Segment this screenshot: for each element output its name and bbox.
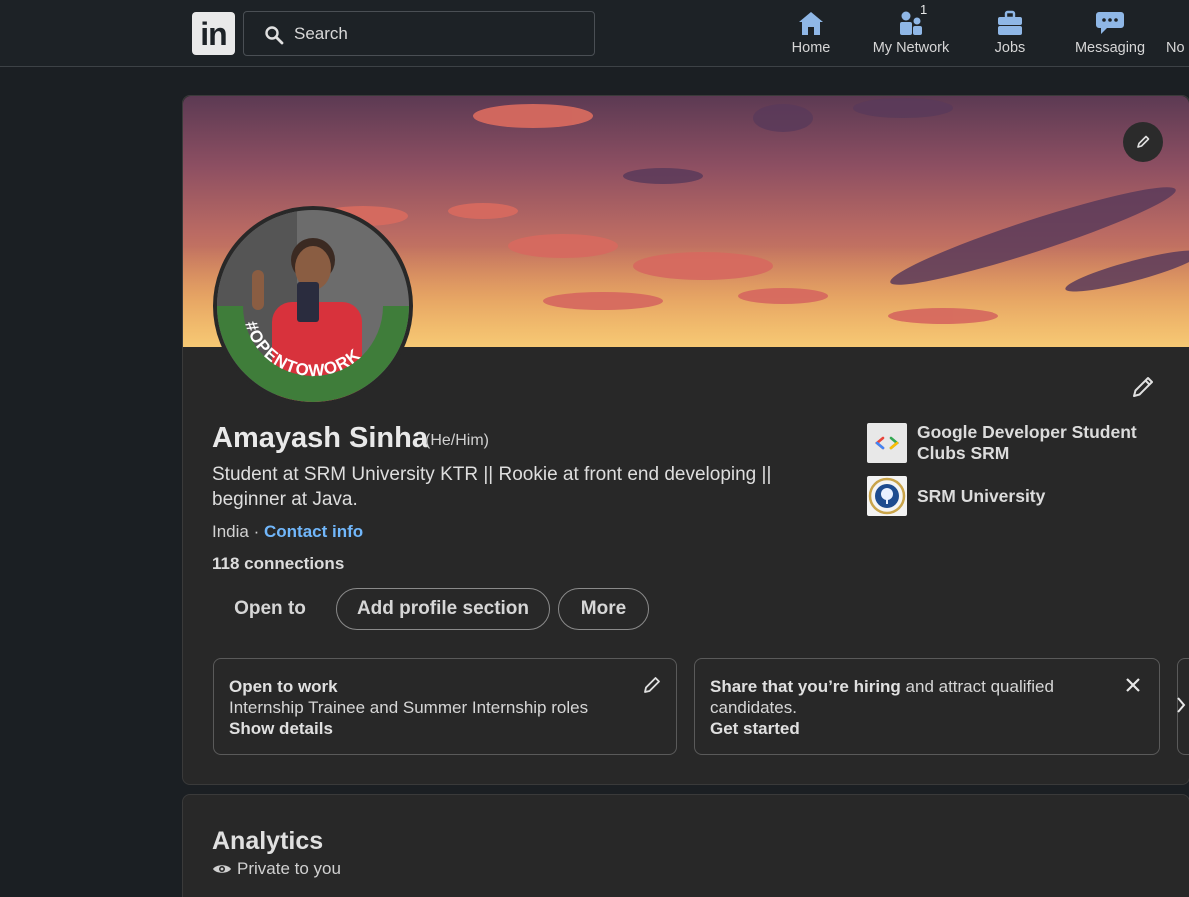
profile-pronouns: (He/Him) bbox=[425, 432, 489, 449]
nav-notifications-label: No bbox=[1166, 40, 1185, 56]
analytics-title: Analytics bbox=[212, 827, 324, 855]
home-icon bbox=[799, 12, 823, 35]
organization-name: Google Developer Student Clubs SRM bbox=[917, 422, 1137, 463]
hiring-card[interactable]: Share that you’re hiring and attract qua… bbox=[694, 658, 1160, 755]
nav-messaging-label: Messaging bbox=[1074, 40, 1146, 56]
profile-location-row: India · Contact info bbox=[212, 522, 363, 542]
hiring-text: Share that you’re hiring and attract qua… bbox=[710, 676, 1099, 718]
analytics-card: Analytics Private to you bbox=[182, 794, 1189, 897]
top-nav-bar: in Home 1 My Network bbox=[0, 0, 1189, 67]
edit-intro-button[interactable] bbox=[1128, 372, 1158, 402]
nav-my-network[interactable]: 1 My Network bbox=[866, 2, 956, 62]
connections-count[interactable]: 118 connections bbox=[212, 554, 344, 574]
organization-name: SRM University bbox=[917, 485, 1046, 506]
pencil-icon bbox=[1137, 135, 1150, 148]
nav-my-network-label: My Network bbox=[872, 40, 950, 56]
pencil-icon bbox=[1133, 377, 1153, 397]
pencil-icon bbox=[644, 677, 660, 693]
add-profile-section-button[interactable]: Add profile section bbox=[336, 588, 550, 630]
nav-messaging[interactable]: Messaging bbox=[1070, 8, 1150, 62]
nav-jobs[interactable]: Jobs bbox=[988, 8, 1032, 62]
open-to-work-card[interactable]: Open to work Internship Trainee and Summ… bbox=[213, 658, 677, 755]
profile-avatar[interactable]: #OPENTOWORK bbox=[213, 206, 413, 406]
profile-headline: Student at SRM University KTR || Rookie … bbox=[212, 464, 772, 510]
more-button[interactable]: More bbox=[558, 588, 649, 630]
search-icon bbox=[265, 26, 284, 45]
eye-icon bbox=[213, 865, 231, 873]
carousel-next-button[interactable] bbox=[1169, 690, 1189, 720]
organization-srm[interactable]: SRM University bbox=[867, 476, 1147, 516]
network-badge: 1 bbox=[920, 2, 928, 17]
organization-gdsc[interactable]: Google Developer Student Clubs SRM bbox=[867, 422, 1147, 464]
search-box[interactable] bbox=[243, 11, 595, 56]
chat-icon bbox=[1096, 12, 1124, 34]
open-to-button[interactable]: Open to bbox=[213, 588, 327, 630]
linkedin-logo[interactable]: in bbox=[192, 12, 235, 55]
profile-card: #OPENTOWORK Amayash Sinha (He/Him) Stude… bbox=[182, 95, 1189, 785]
open-to-work-title: Open to work bbox=[229, 677, 338, 696]
open-to-label: Open to bbox=[234, 598, 306, 619]
chevron-right-icon bbox=[1177, 697, 1186, 713]
edit-banner-button[interactable] bbox=[1123, 122, 1163, 162]
nav-home-label: Home bbox=[791, 40, 831, 56]
nav-notifications[interactable]: No bbox=[1166, 8, 1189, 62]
close-icon bbox=[1126, 678, 1140, 692]
edit-open-to-work-button[interactable] bbox=[640, 673, 664, 697]
open-to-work-detail: Internship Trainee and Summer Internship… bbox=[229, 698, 589, 717]
gdsc-logo bbox=[867, 423, 907, 463]
show-details-link[interactable]: Show details bbox=[229, 719, 333, 738]
get-started-link[interactable]: Get started bbox=[710, 719, 800, 738]
dismiss-hiring-button[interactable] bbox=[1121, 673, 1145, 697]
contact-info-link[interactable]: Contact info bbox=[264, 522, 363, 541]
search-input[interactable] bbox=[294, 22, 584, 46]
analytics-subtitle: Private to you bbox=[237, 859, 341, 878]
more-label: More bbox=[580, 598, 627, 619]
srm-logo bbox=[867, 476, 907, 516]
analytics-privacy: Private to you bbox=[212, 859, 341, 879]
nav-jobs-label: Jobs bbox=[994, 40, 1026, 56]
hiring-bold-text: Share that you’re hiring bbox=[710, 677, 901, 696]
location-separator: · bbox=[248, 522, 264, 541]
add-profile-section-label: Add profile section bbox=[356, 598, 530, 619]
briefcase-icon bbox=[998, 10, 1022, 35]
profile-name: Amayash Sinha bbox=[212, 422, 428, 454]
nav-home[interactable]: Home bbox=[782, 8, 840, 62]
profile-location: India bbox=[212, 522, 249, 541]
